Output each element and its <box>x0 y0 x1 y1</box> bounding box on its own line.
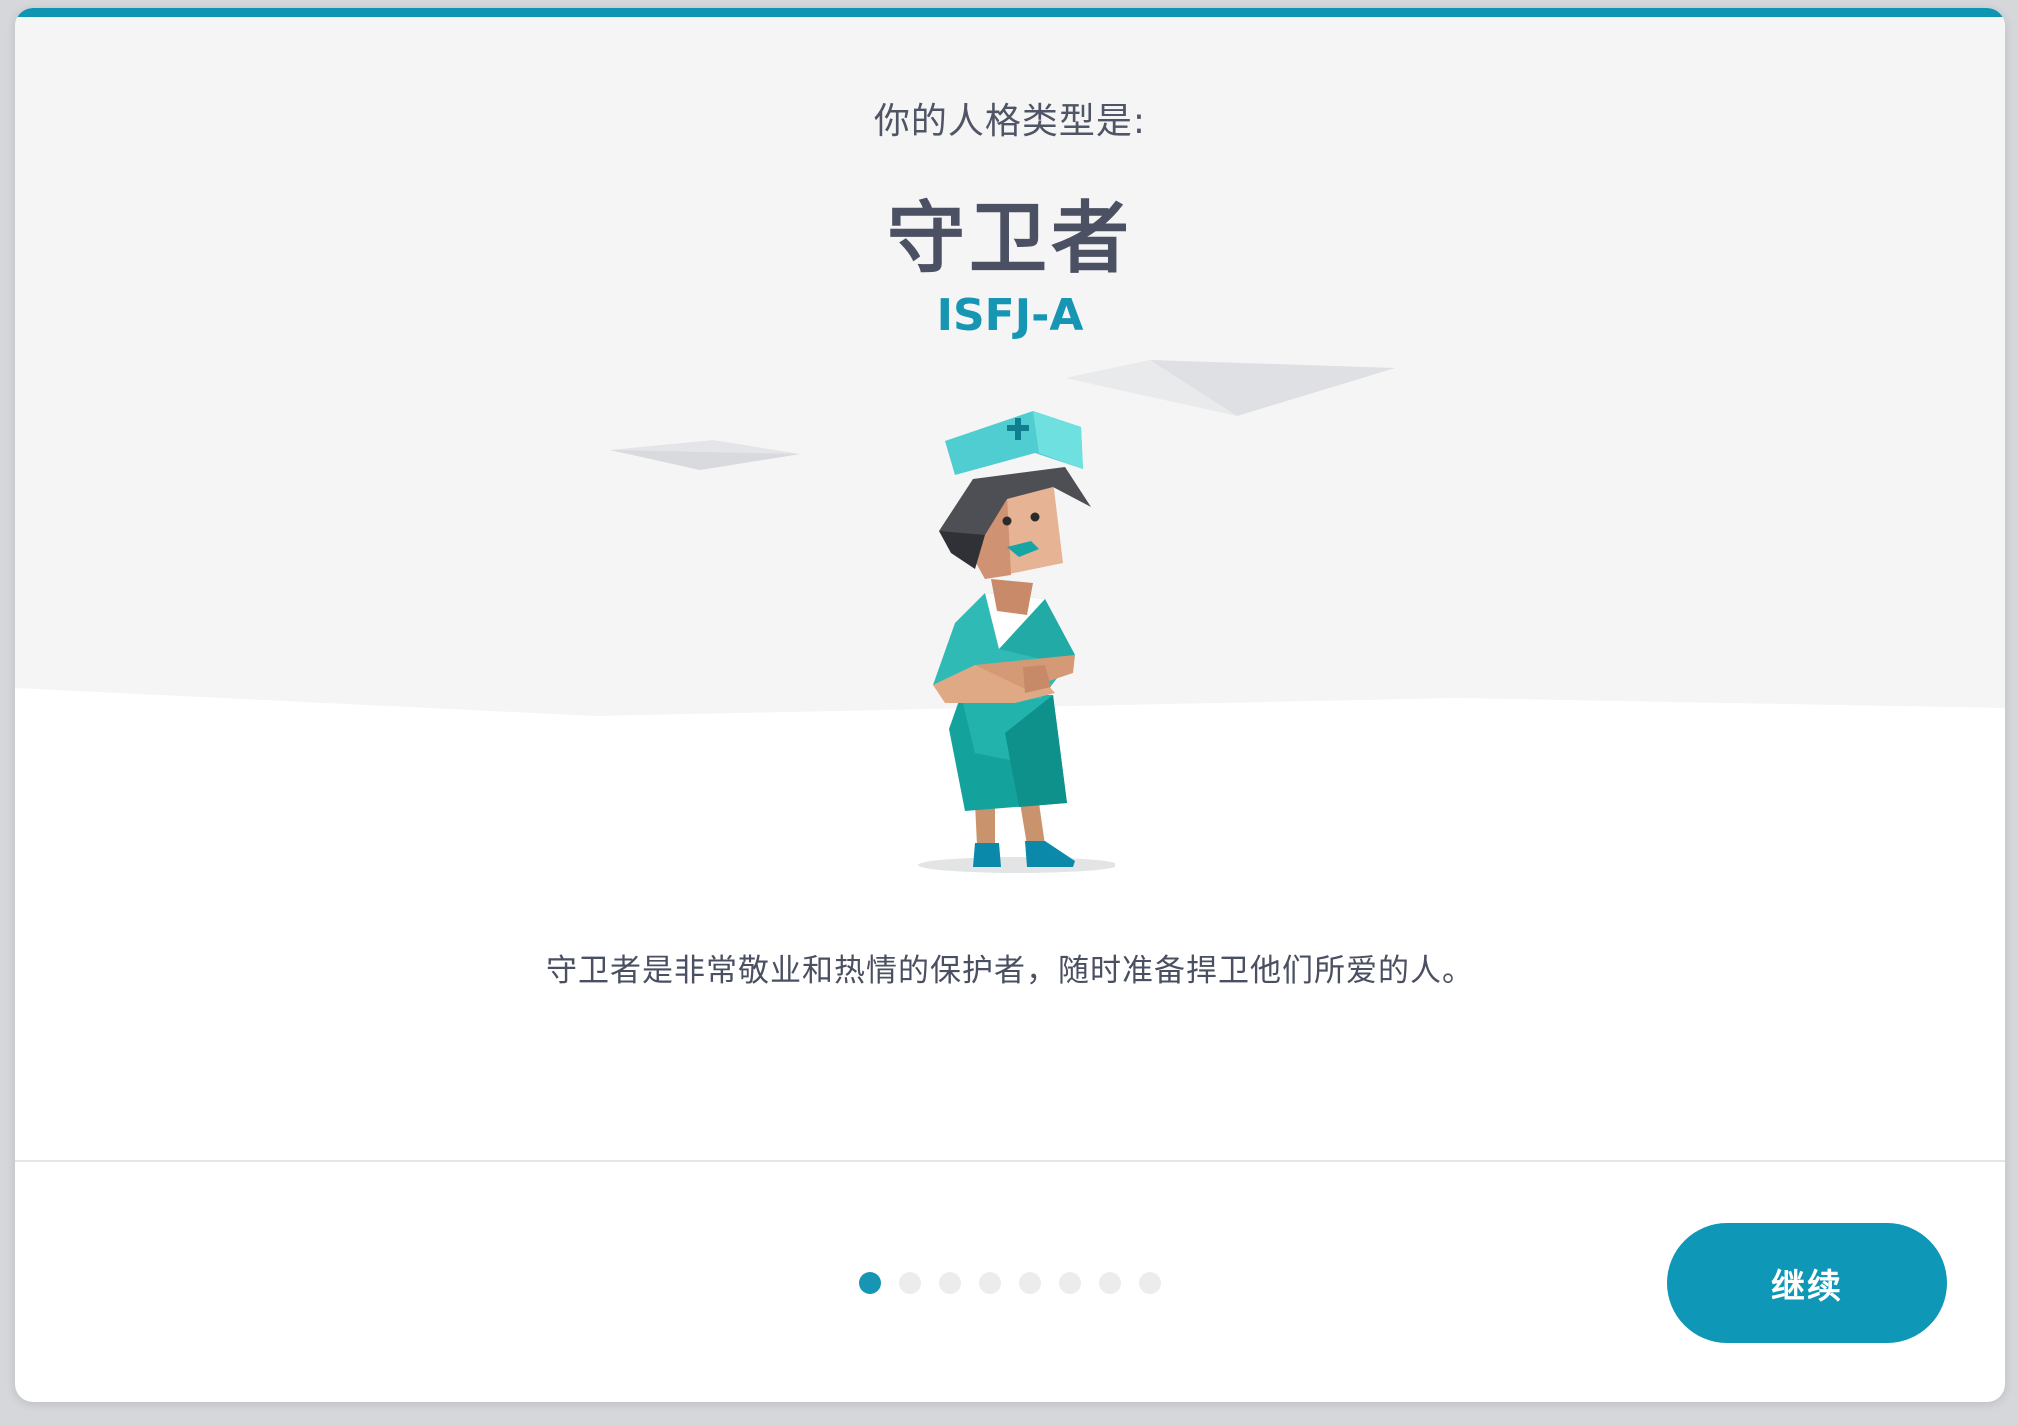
progress-dot[interactable] <box>1019 1272 1041 1294</box>
personality-description: 守卫者是非常敬业和热情的保护者，随时准备捍卫他们所爱的人。 <box>546 953 1474 989</box>
accent-top-bar <box>15 8 2005 17</box>
footer-divider <box>15 1160 2005 1162</box>
progress-dot[interactable] <box>979 1272 1001 1294</box>
progress-dots <box>859 1272 1161 1296</box>
intro-label: 你的人格类型是: <box>873 101 1147 142</box>
personality-title: 守卫者 <box>886 194 1133 284</box>
personality-code: ISFJ-A <box>936 290 1084 341</box>
progress-dot[interactable] <box>1059 1272 1081 1294</box>
hero-section: 你的人格类型是: 守卫者 ISFJ-A 守卫者是非常敬业和热情的保护者，随时准备… <box>15 8 2005 1168</box>
progress-dot[interactable] <box>939 1272 961 1294</box>
progress-dot[interactable] <box>859 1272 881 1294</box>
result-dialog: 你的人格类型是: 守卫者 ISFJ-A 守卫者是非常敬业和热情的保护者，随时准备… <box>15 8 2005 1402</box>
progress-dot[interactable] <box>1099 1272 1121 1294</box>
nurse-character-icon <box>918 411 1115 873</box>
progress-dot[interactable] <box>1139 1272 1161 1294</box>
continue-button[interactable]: 继续 <box>1667 1223 1947 1343</box>
progress-dot[interactable] <box>899 1272 921 1294</box>
